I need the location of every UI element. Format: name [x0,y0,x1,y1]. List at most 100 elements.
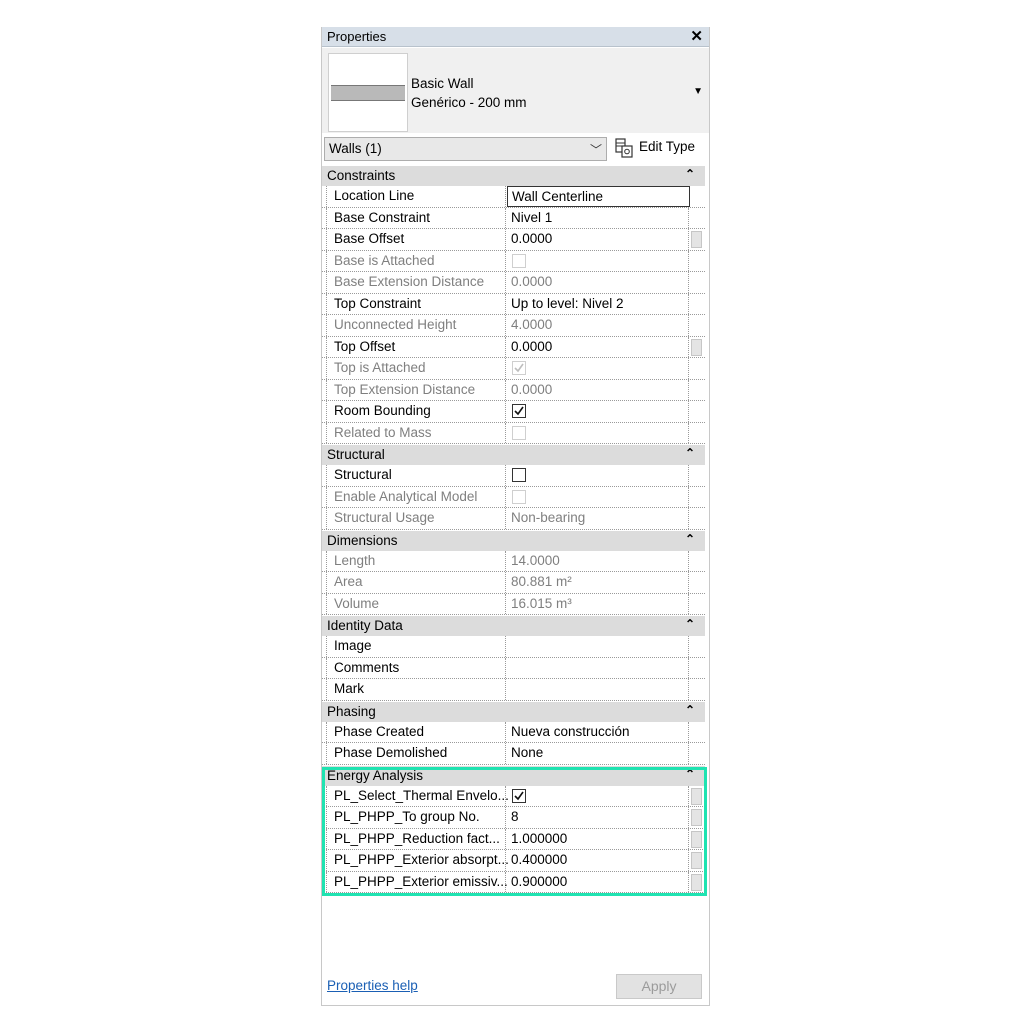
property-row[interactable]: Comments [322,657,705,679]
collapse-icon[interactable]: ⌃ [685,446,695,460]
property-row[interactable]: Base Constraint Nivel 1 [322,207,705,229]
property-checkbox [512,361,526,375]
property-name-cell: Length [326,550,506,571]
group-header[interactable]: Identity Data ⌃ [322,615,705,636]
property-row[interactable]: Structural Usage Non-bearing [322,508,705,530]
property-row[interactable]: Volume 16.015 m³ [322,593,705,615]
property-value-cell[interactable]: 1.000000 [507,828,689,849]
property-value-cell[interactable]: Nivel 1 [507,207,689,228]
properties-help-link[interactable]: Properties help [327,978,418,993]
property-row[interactable]: PL_PHPP_Reduction fact... 1.000000 [322,828,705,850]
property-value-cell[interactable]: None [507,743,689,764]
property-checkbox[interactable] [512,468,526,482]
property-row[interactable]: Enable Analytical Model [322,486,705,508]
property-value-cell[interactable] [507,636,689,657]
type-selector[interactable]: Basic Wall Genérico - 200 mm ▼ [322,48,709,133]
property-row[interactable]: PL_Select_Thermal Envelo... [322,785,705,807]
associate-parameter-button[interactable] [691,809,702,826]
property-value-cell[interactable] [507,465,689,486]
property-value: None [511,745,544,760]
property-value-cell [507,358,689,379]
property-name-cell: Base Offset [326,229,506,250]
property-name: Structural Usage [334,510,435,525]
property-value: 0.0000 [511,231,553,246]
property-value-cell[interactable] [507,657,689,678]
property-value-cell[interactable]: 0.900000 [507,871,689,892]
property-row[interactable]: Related to Mass [322,422,705,444]
group-name: Structural [327,447,385,462]
property-name: Top Offset [334,338,396,354]
property-value-cell[interactable]: 0.0000 [507,229,689,250]
collapse-icon[interactable]: ⌃ [685,532,695,546]
property-row[interactable]: Top Extension Distance 0.0000 [322,379,705,401]
property-row[interactable]: Image [322,636,705,658]
apply-button[interactable]: Apply [616,974,702,999]
property-row[interactable]: Top Offset 0.0000 [322,336,705,358]
associate-parameter-button[interactable] [691,852,702,869]
instance-filter-dropdown[interactable]: Walls (1) ﹀ [324,137,607,161]
property-name-cell: Enable Analytical Model [326,486,506,507]
collapse-icon[interactable]: ⌃ [685,703,695,717]
group-name: Phasing [327,703,376,719]
close-icon[interactable]: ✕ [690,27,703,45]
checkmark-icon [514,363,524,373]
collapse-icon[interactable]: ⌃ [685,767,695,781]
property-value-cell[interactable] [507,785,689,806]
associate-parameter-button[interactable] [691,231,702,248]
property-value-cell[interactable] [507,679,689,700]
property-row[interactable]: Length 14.0000 [322,550,705,572]
property-checkbox[interactable] [512,788,526,803]
property-row[interactable]: Top Constraint Up to level: Nivel 2 [322,293,705,315]
group-header[interactable]: Phasing ⌃ [322,700,705,722]
checkmark-icon [514,791,524,800]
property-row[interactable]: Phase Demolished None [322,743,705,765]
property-row[interactable]: Structural [322,465,705,487]
group-name: Constraints [327,168,396,183]
associate-parameter-button[interactable] [691,873,702,891]
property-name-cell: Related to Mass [326,422,506,443]
property-value-cell[interactable]: Wall Centerline [507,186,690,207]
property-value: 0.0000 [511,338,553,354]
collapse-icon[interactable]: ⌃ [685,617,695,631]
collapse-icon[interactable]: ⌃ [685,167,695,181]
property-value: Wall Centerline [512,189,604,204]
property-value-cell[interactable]: 0.400000 [507,850,689,871]
property-row[interactable]: Area 80.881 m² [322,572,705,594]
property-row[interactable]: PL_PHPP_Exterior emissiv... 0.900000 [322,871,705,893]
group-header[interactable]: Energy Analysis ⌃ [322,764,705,786]
property-value-cell[interactable] [507,401,689,422]
property-row[interactable]: Base Extension Distance 0.0000 [322,272,705,294]
property-value-cell[interactable]: 0.0000 [507,336,689,357]
property-row[interactable]: PL_PHPP_To group No. 8 [322,807,705,829]
property-name-cell: Structural Usage [326,508,506,529]
property-name-cell: Unconnected Height [326,315,506,336]
group-header[interactable]: Structural ⌃ [322,444,705,465]
property-row[interactable]: Base Offset 0.0000 [322,229,705,251]
group-header[interactable]: Dimensions ⌃ [322,529,705,551]
triangle-down-icon[interactable]: ▼ [693,86,703,97]
property-row[interactable]: PL_PHPP_Exterior absorpt... 0.400000 [322,850,705,872]
property-value-cell[interactable]: Nueva construcción [507,721,689,742]
property-name-cell: Image [326,636,506,657]
property-row[interactable]: Mark [322,679,705,701]
property-row[interactable]: Top is Attached [322,358,705,380]
associate-parameter-button[interactable] [691,787,702,805]
property-name-cell: Volume [326,593,506,614]
property-value: 8 [511,809,519,824]
property-value-cell[interactable]: Up to level: Nivel 2 [507,293,689,314]
property-row[interactable]: Base is Attached [322,250,705,272]
title-bar[interactable]: Properties ✕ [322,27,709,47]
property-checkbox[interactable] [512,404,526,418]
associate-parameter-button[interactable] [691,338,702,356]
property-name-cell: PL_PHPP_Reduction fact... [326,828,506,849]
property-name: Location Line [334,188,415,203]
type-name: Genérico - 200 mm [411,95,527,110]
property-row[interactable]: Unconnected Height 4.0000 [322,315,705,337]
property-value-cell[interactable]: 8 [507,807,689,828]
associate-parameter-button[interactable] [691,830,702,848]
property-row[interactable]: Location Line Wall Centerline [322,186,705,208]
property-row[interactable]: Phase Created Nueva construcción [322,721,705,743]
property-row[interactable]: Room Bounding [322,401,705,423]
group-header[interactable]: Constraints ⌃ [322,165,705,186]
group-name: Identity Data [327,618,403,633]
